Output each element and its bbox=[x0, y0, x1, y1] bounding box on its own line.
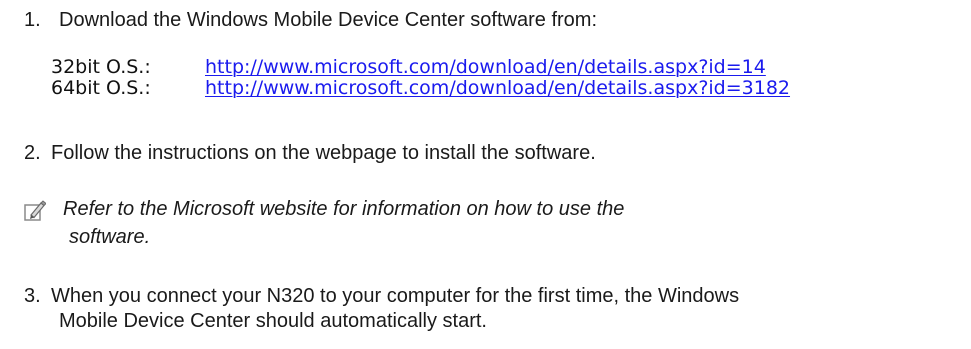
step-3-number: 3. bbox=[24, 285, 41, 307]
os-32bit-label: 32bit O.S.: bbox=[51, 56, 151, 78]
document-page: { "steps": [ {"number": "1.", "text": "D… bbox=[0, 0, 971, 349]
step-3-text-line-2: Mobile Device Center should automaticall… bbox=[59, 310, 487, 332]
os-64bit-label: 64bit O.S.: bbox=[51, 77, 151, 99]
download-link-64bit[interactable]: http://www.microsoft.com/download/en/det… bbox=[205, 78, 790, 98]
download-link-32bit[interactable]: http://www.microsoft.com/download/en/det… bbox=[205, 57, 766, 77]
pencil-note-icon bbox=[24, 200, 47, 222]
note-text-line-2: software. bbox=[69, 226, 151, 248]
step-2-number: 2. bbox=[24, 142, 41, 164]
step-1-number: 1. bbox=[24, 9, 41, 31]
note-text-line-1: Refer to the Microsoft website for infor… bbox=[63, 198, 625, 220]
step-3-text-line-1: When you connect your N320 to your compu… bbox=[51, 285, 740, 307]
step-2-text: Follow the instructions on the webpage t… bbox=[51, 142, 596, 164]
step-1-text: Download the Windows Mobile Device Cente… bbox=[59, 9, 597, 31]
